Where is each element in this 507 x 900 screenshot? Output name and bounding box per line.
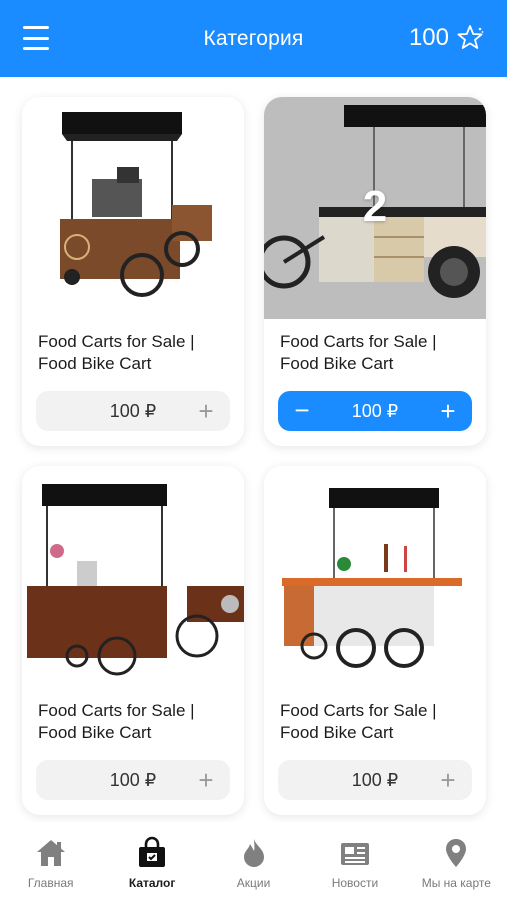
add-to-cart-button[interactable]: +	[194, 398, 218, 424]
add-to-cart-button[interactable]: +	[194, 767, 218, 793]
nav-item-promotions[interactable]: Акции	[203, 822, 304, 900]
increase-quantity-button[interactable]: +	[436, 398, 460, 424]
nav-label: Акции	[236, 876, 271, 890]
add-to-cart-button[interactable]: +	[436, 767, 460, 793]
product-image	[22, 97, 244, 319]
newspaper-icon	[340, 843, 369, 865]
shopping-bag-icon	[139, 836, 166, 867]
nav-label: Главная	[27, 876, 74, 890]
price-bar[interactable]: − 100 ₽ +	[278, 391, 472, 431]
nav-item-map[interactable]: Мы на карте	[406, 822, 507, 900]
price-bar[interactable]: 100 ₽ +	[278, 760, 472, 800]
product-card[interactable]: Food Carts for Sale | Food Bike Cart 100…	[22, 466, 244, 815]
nav-item-news[interactable]: Новости	[304, 822, 405, 900]
product-card[interactable]: Food Carts for Sale | Food Bike Cart 100…	[264, 466, 486, 815]
cart-quantity-badge: 2	[362, 182, 388, 231]
product-image	[22, 466, 244, 688]
nav-item-home[interactable]: Главная	[0, 822, 101, 900]
product-title: Food Carts for Sale | Food Bike Cart	[280, 701, 437, 742]
product-price: 100 ₽	[109, 769, 157, 790]
product-grid: Food Carts for Sale | Food Bike Cart 100…	[22, 97, 486, 815]
nav-label: Каталог	[128, 876, 176, 890]
points-value: 100	[408, 24, 449, 51]
product-image	[264, 466, 486, 688]
product-price: 100 ₽	[109, 400, 157, 421]
product-price: 100 ₽	[351, 769, 399, 790]
product-card[interactable]: 2 Food Carts for Sale | Food Bike Cart −…	[264, 97, 486, 446]
bottom-navigation: Главная Каталог Акции Новости Мы на карт…	[0, 822, 507, 900]
star-icon	[457, 25, 484, 49]
product-price: 100 ₽	[351, 400, 399, 421]
app-header: Категория 100	[0, 0, 507, 77]
product-title: Food Carts for Sale | Food Bike Cart	[38, 332, 195, 373]
page-title: Категория	[203, 26, 304, 50]
nav-label: Новости	[331, 876, 379, 890]
product-title: Food Carts for Sale | Food Bike Cart	[38, 701, 195, 742]
product-card[interactable]: Food Carts for Sale | Food Bike Cart 100…	[22, 97, 244, 446]
decrease-quantity-button[interactable]: −	[290, 397, 314, 423]
price-bar[interactable]: 100 ₽ +	[36, 391, 230, 431]
nav-label: Мы на карте	[421, 876, 491, 890]
map-pin-icon	[446, 839, 467, 867]
product-title: Food Carts for Sale | Food Bike Cart	[280, 332, 437, 373]
flame-icon	[243, 839, 264, 867]
points-badge[interactable]: 100	[409, 22, 485, 54]
menu-icon[interactable]	[23, 26, 49, 50]
home-icon	[36, 840, 65, 866]
nav-item-catalog[interactable]: Каталог	[101, 822, 202, 900]
price-bar[interactable]: 100 ₽ +	[36, 760, 230, 800]
